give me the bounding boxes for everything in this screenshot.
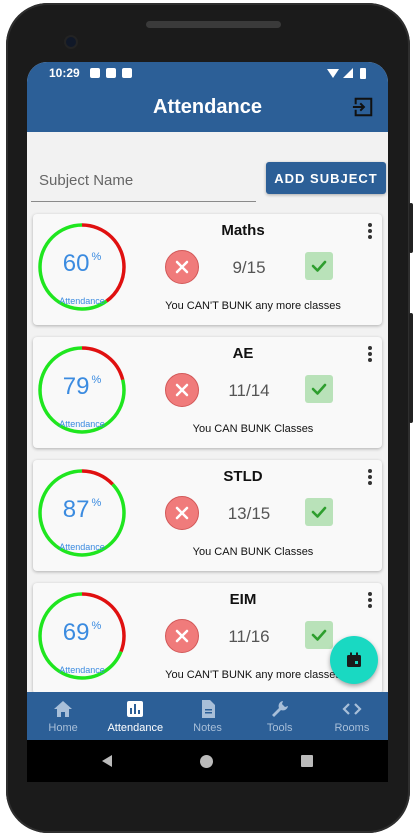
signal-icon: [343, 68, 353, 78]
mark-present-button[interactable]: [305, 375, 333, 403]
nav-label: Home: [48, 721, 78, 734]
bunk-status-message: You CAN BUNK Classes: [192, 423, 314, 435]
subject-card[interactable]: 60% Attendance Maths 9/15 You CAN'T BUNK…: [33, 214, 382, 325]
subject-name: AE: [232, 345, 254, 362]
wifi-icon: [327, 68, 339, 78]
attendance-count: 11/14: [228, 381, 270, 400]
mark-absent-button[interactable]: [165, 619, 199, 653]
bunk-status-message: You CAN BUNK Classes: [192, 546, 314, 558]
more-options-icon[interactable]: [364, 222, 376, 240]
attendance-ring-label: Attendance: [59, 419, 105, 429]
check-icon: [311, 383, 327, 395]
attendance-percent-value: 79: [62, 373, 90, 400]
front-camera: [64, 35, 78, 49]
check-icon: [311, 629, 327, 641]
nav-label: Rooms: [334, 721, 370, 734]
document-icon: [201, 699, 215, 718]
subject-name: EIM: [229, 591, 257, 608]
nav-home[interactable]: Home: [27, 692, 99, 740]
calendar-fab[interactable]: [330, 636, 378, 684]
nav-label: Attendance: [107, 721, 164, 734]
attendance-percent-value: 60: [62, 250, 90, 277]
mail-status-icon: [105, 68, 116, 78]
settings-status-icon: [89, 68, 100, 78]
attendance-percent: 87%: [39, 496, 125, 524]
sim-status-icon: [121, 68, 132, 78]
page-title: Attendance: [153, 96, 262, 118]
power-button: [409, 313, 413, 423]
mark-present-button[interactable]: [305, 621, 333, 649]
recents-icon[interactable]: [301, 755, 313, 767]
back-icon[interactable]: [102, 755, 112, 767]
subject-name: STLD: [223, 468, 263, 485]
percent-symbol: %: [91, 620, 102, 632]
nav-notes[interactable]: Notes: [171, 692, 243, 740]
mark-absent-button[interactable]: [165, 373, 199, 407]
app-bar: Attendance: [27, 84, 388, 132]
add-subject-form: ADD SUBJECT: [27, 132, 388, 212]
close-icon: [175, 260, 189, 274]
close-icon: [175, 506, 189, 520]
nav-label: Notes: [193, 721, 222, 734]
volume-button: [409, 203, 413, 253]
battery-icon: [360, 67, 366, 79]
wrench-icon: [271, 700, 288, 717]
check-icon: [311, 260, 327, 272]
close-icon: [175, 383, 189, 397]
home-button-icon[interactable]: [200, 754, 213, 768]
attendance-percent: 69%: [39, 619, 125, 647]
subject-card[interactable]: 69% Attendance EIM 11/16 You CAN'T BUNK …: [33, 583, 382, 692]
nav-label: Tools: [266, 721, 293, 734]
attendance-ring-label: Attendance: [59, 296, 105, 306]
bar-chart-icon: [127, 700, 144, 717]
attendance-ring-label: Attendance: [59, 665, 105, 675]
attendance-percent: 60%: [39, 250, 125, 278]
subject-name: Maths: [221, 222, 265, 239]
more-options-icon[interactable]: [364, 468, 376, 486]
subject-name-input[interactable]: [31, 160, 256, 202]
percent-symbol: %: [91, 497, 102, 509]
close-icon: [175, 629, 189, 643]
attendance-percent: 79%: [39, 373, 125, 401]
mark-present-button[interactable]: [305, 252, 333, 280]
system-navigation-bar: [27, 740, 388, 782]
bunk-status-message: You CAN'T BUNK any more classes: [165, 300, 341, 312]
attendance-count: 13/15: [227, 504, 271, 523]
app-screen: 10:29 Attendance ADD SUBJECT 60%: [27, 62, 388, 782]
attendance-percent-value: 87: [62, 496, 90, 523]
subject-card[interactable]: 79% Attendance AE 11/14 You CAN BUNK Cla…: [33, 337, 382, 448]
subject-card[interactable]: 87% Attendance STLD 13/15 You CAN BUNK C…: [33, 460, 382, 571]
check-icon: [311, 506, 327, 518]
attendance-ring-label: Attendance: [59, 542, 105, 552]
calendar-icon: [347, 652, 361, 667]
nav-tools[interactable]: Tools: [244, 692, 316, 740]
percent-symbol: %: [91, 251, 102, 263]
mark-absent-button[interactable]: [165, 250, 199, 284]
more-options-icon[interactable]: [364, 345, 376, 363]
attendance-count: 9/15: [232, 258, 266, 277]
code-icon: [342, 702, 362, 715]
subject-list: 60% Attendance Maths 9/15 You CAN'T BUNK…: [27, 212, 388, 692]
status-bar: 10:29: [27, 62, 388, 84]
home-icon: [54, 700, 73, 717]
percent-symbol: %: [91, 374, 102, 386]
status-time: 10:29: [49, 66, 80, 80]
logout-icon[interactable]: [352, 96, 374, 118]
attendance-count: 11/16: [228, 627, 270, 646]
bottom-navigation: Home Attendance Notes Tools Rooms: [27, 692, 388, 740]
mark-present-button[interactable]: [305, 498, 333, 526]
add-subject-button[interactable]: ADD SUBJECT: [266, 162, 386, 194]
nav-rooms[interactable]: Rooms: [316, 692, 388, 740]
attendance-percent-value: 69: [62, 619, 90, 646]
mark-absent-button[interactable]: [165, 496, 199, 530]
more-options-icon[interactable]: [364, 591, 376, 609]
earpiece-speaker: [146, 21, 281, 28]
nav-attendance[interactable]: Attendance: [99, 692, 171, 740]
